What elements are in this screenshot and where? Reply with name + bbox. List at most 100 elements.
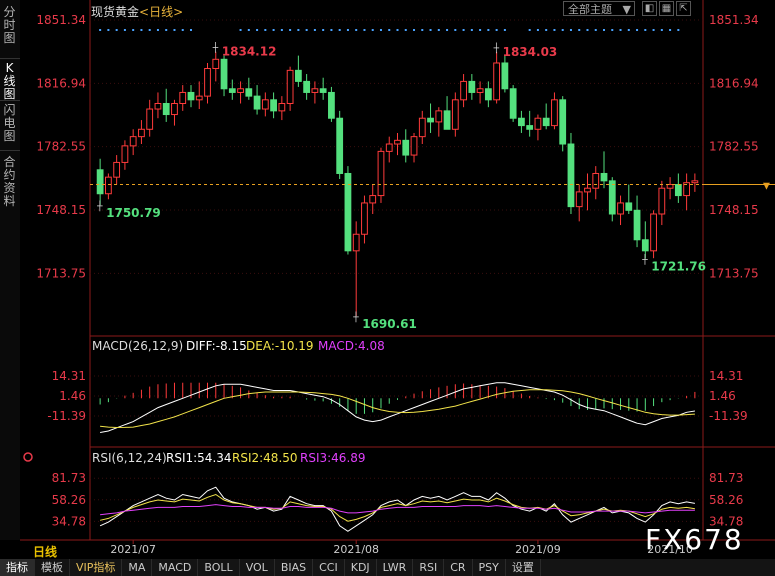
chevron-down-icon: ▼	[622, 3, 631, 16]
toolbar-item-9[interactable]: KDJ	[345, 559, 377, 576]
signal-dot	[363, 29, 366, 31]
signal-dot	[429, 29, 432, 31]
candle-up	[575, 191, 583, 208]
signal-dot	[636, 29, 639, 31]
extreme-marker-icon: ┼	[641, 254, 648, 266]
toolbar-item-14[interactable]: 设置	[506, 559, 541, 576]
candle-up	[385, 143, 393, 152]
candle-down	[270, 99, 277, 112]
candle-down	[559, 99, 567, 145]
price-axis-label-left: 1816.94	[36, 76, 86, 90]
signal-dot	[330, 29, 333, 31]
rsi3-value: RSI3:46.89	[300, 451, 366, 465]
macd-dea-value: DEA:-10.19	[246, 339, 314, 353]
macd-axis-label-left: 1.46	[59, 389, 86, 403]
candle-up	[104, 176, 112, 195]
restore-icon[interactable]: ◧	[642, 1, 657, 16]
candle-down	[344, 172, 352, 252]
candle-up	[493, 62, 501, 101]
toolbar-item-8[interactable]: CCI	[313, 559, 345, 576]
candle-up	[179, 91, 187, 104]
candle-up	[237, 88, 244, 93]
macd-axis-label-right: 14.31	[709, 369, 743, 383]
candle-down	[567, 143, 575, 208]
date-label: 2021/07	[110, 543, 156, 556]
price-axis-label-left: 1782.55	[36, 140, 86, 154]
period-label[interactable]: 日线	[33, 543, 57, 560]
toolbar-item-1[interactable]: 模板	[35, 559, 70, 576]
signal-dot	[644, 29, 647, 31]
toolbar-item-13[interactable]: PSY	[473, 559, 506, 576]
extreme-marker-icon: ┼	[96, 200, 103, 212]
signal-dot	[239, 29, 242, 31]
toolbar-item-5[interactable]: BOLL	[198, 559, 240, 576]
candle-down	[509, 88, 517, 119]
signal-dot	[99, 29, 102, 31]
theme-select[interactable]: 全部主题 ▼	[563, 1, 635, 16]
macd-diff-line	[100, 382, 695, 433]
layout-icon[interactable]: ▦	[659, 1, 674, 16]
candle-down	[427, 117, 434, 123]
signal-dot	[189, 29, 192, 31]
signal-dot	[586, 29, 589, 31]
candle-up	[361, 202, 368, 235]
candle-up	[352, 233, 360, 252]
indicator-toolbar: 指标 模板 VIP指标 MA MACD BOLL VOL BIAS CCI KDJ LWR RSI CR…	[0, 559, 775, 576]
candle-up	[204, 68, 211, 97]
candle-up	[278, 102, 286, 112]
price-axis-label-right: 1713.75	[709, 266, 759, 280]
candle-down	[641, 239, 649, 252]
signal-dot	[536, 29, 539, 31]
candle-down	[253, 95, 261, 110]
candle-up	[650, 213, 657, 252]
signal-dot	[280, 29, 283, 31]
signal-dot	[181, 29, 184, 31]
toolbar-item-10[interactable]: LWR	[377, 559, 414, 576]
candle-down	[220, 58, 228, 90]
signal-dot	[553, 29, 556, 31]
toolbar-item-2[interactable]: VIP指标	[70, 559, 123, 576]
candle-up	[286, 69, 294, 104]
popout-icon[interactable]: ⇱	[676, 1, 691, 16]
macd-axis-label-left: -11.39	[47, 409, 86, 423]
candle-up	[418, 117, 426, 138]
signal-dot	[669, 29, 672, 31]
chart-title: 现货黄金<日线>	[91, 3, 183, 20]
toolbar-item-0[interactable]: 指标	[0, 559, 35, 576]
candle-up	[534, 117, 542, 130]
toolbar-item-7[interactable]: BIAS	[275, 559, 314, 576]
signal-dot	[603, 29, 606, 31]
rsi-axis-label-left: 34.78	[52, 514, 86, 528]
current-price-arrow-icon: ▼	[763, 182, 770, 192]
candle-down	[402, 139, 410, 156]
signal-dot	[528, 29, 531, 31]
macd-axis-label-right: -11.39	[709, 409, 748, 423]
chart-canvas: 1851.34 1851.34 1816.94 1816.94 1782.55 1782.…	[20, 0, 775, 556]
toolbar-item-3[interactable]: MA	[122, 559, 153, 576]
macd-macd-value: MACD:4.08	[318, 339, 385, 353]
signal-dot	[652, 29, 655, 31]
candle-up	[410, 136, 418, 156]
signal-dot	[313, 29, 316, 31]
toolbar-item-11[interactable]: RSI	[413, 559, 445, 576]
signal-dot	[148, 29, 151, 31]
signal-dot	[495, 29, 498, 31]
signal-dot	[437, 29, 440, 31]
candle-down	[96, 169, 104, 195]
period-indicator[interactable]: <日线>	[139, 5, 183, 19]
rsi-axis-label-left: 58.26	[52, 493, 86, 507]
signal-dot	[371, 29, 374, 31]
date-label: 2021/08	[333, 543, 379, 556]
record-icon	[23, 452, 33, 462]
toolbar-item-12[interactable]: CR	[444, 559, 473, 576]
macd-axis-label-right: 1.46	[709, 389, 736, 403]
signal-dot	[561, 29, 564, 31]
candle-down	[501, 62, 509, 90]
toolbar-item-4[interactable]: MACD	[152, 559, 199, 576]
candle-up	[195, 95, 203, 101]
low-price-label: 1721.76	[651, 260, 706, 274]
candle-up	[121, 145, 129, 163]
toolbar-item-6[interactable]: VOL	[240, 559, 275, 576]
candle-down	[625, 202, 633, 211]
rsi-axis-label-left: 81.73	[52, 471, 86, 485]
